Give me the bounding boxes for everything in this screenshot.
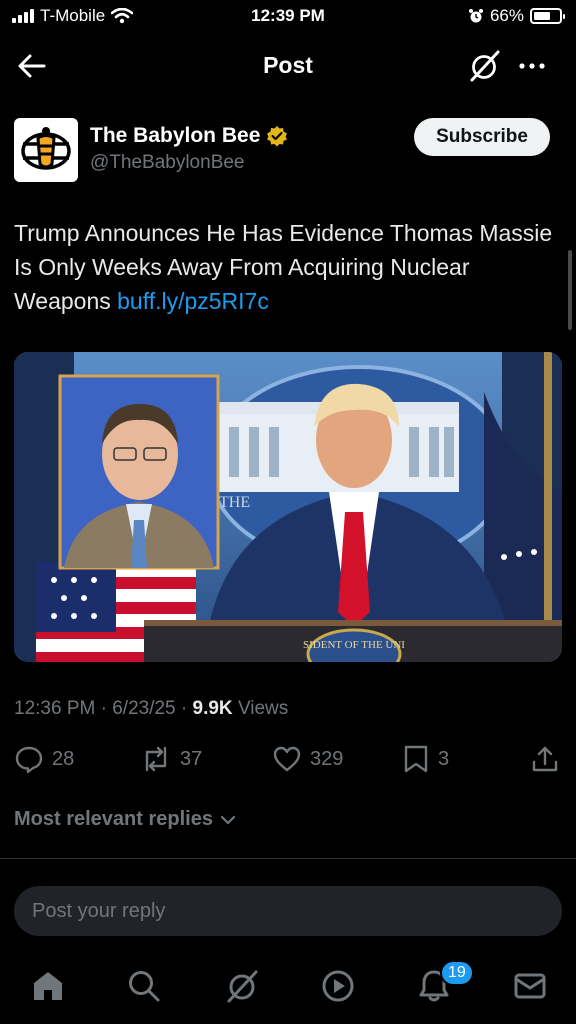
reply-input[interactable]: Post your reply: [14, 886, 562, 936]
repost-button[interactable]: 37: [140, 744, 202, 774]
views-count: 9.9K: [192, 698, 233, 719]
repost-count: 37: [180, 747, 203, 770]
podium-seal-text: SIDENT OF THE UNI: [303, 639, 405, 651]
views-label: Views: [237, 698, 289, 719]
repost-icon: [145, 746, 167, 772]
video-icon[interactable]: [318, 966, 358, 1006]
alarm-icon: [468, 9, 483, 23]
tweet-link[interactable]: buff.ly/pz5RI7c: [117, 288, 269, 314]
author-name-text: The Babylon Bee: [90, 124, 261, 147]
battery-percent: 66%: [489, 6, 524, 25]
notifications-badge: 19: [440, 960, 474, 986]
top-nav: Post: [0, 34, 576, 96]
chevron-down-icon: [220, 815, 236, 824]
bottom-tab-bar: [0, 950, 576, 1024]
subscribe-button[interactable]: Subscribe: [414, 118, 550, 156]
bookmark-count: 3: [438, 747, 450, 770]
status-right: 66%: [468, 6, 565, 26]
tweet-body: Trump Announces He Has Evidence Thomas M…: [14, 220, 553, 314]
press-briefing-photo: THE SIDENT OF THE UNI: [14, 352, 562, 662]
battery-icon: [530, 8, 565, 24]
grok-tab-icon[interactable]: [222, 966, 262, 1006]
tweet-image[interactable]: THE SIDENT OF THE UNI: [14, 352, 562, 662]
reply-icon: [15, 746, 43, 774]
reply-button[interactable]: 28: [14, 744, 74, 774]
post-time: 12:36 PM: [14, 698, 96, 719]
share-icon: [532, 746, 558, 772]
grok-icon[interactable]: [466, 48, 502, 84]
heart-icon: [273, 746, 301, 772]
author-handle[interactable]: @TheBabylonBee: [90, 152, 245, 174]
more-options-icon[interactable]: [514, 48, 550, 84]
avatar[interactable]: [14, 118, 78, 182]
bookmark-button[interactable]: 3: [402, 744, 449, 774]
replies-sort-label: Most relevant replies: [14, 808, 213, 830]
status-bar: T-Mobile 12:39 PM 66%: [0, 0, 576, 34]
bookmark-icon: [404, 745, 428, 773]
reply-count: 28: [52, 747, 75, 770]
search-icon[interactable]: [124, 966, 164, 1006]
like-count: 329: [310, 747, 344, 770]
backdrop-text: THE: [219, 494, 250, 511]
home-icon[interactable]: [28, 966, 68, 1006]
scrollbar[interactable]: [568, 250, 572, 330]
tweet-meta: 12:36 PM · 6/23/25 · 9.9K Views: [14, 698, 289, 719]
tweet-text: Trump Announces He Has Evidence Thomas M…: [14, 216, 554, 318]
messages-icon[interactable]: [510, 966, 550, 1006]
verified-badge-icon: [267, 126, 288, 147]
divider: [0, 858, 576, 859]
action-bar: 28 37 329 3: [0, 740, 576, 780]
replies-sort-dropdown[interactable]: Most relevant replies: [14, 808, 237, 831]
like-button[interactable]: 329: [272, 744, 343, 774]
author-name[interactable]: The Babylon Bee: [90, 124, 288, 148]
post-date: 6/23/25: [112, 698, 176, 719]
share-button[interactable]: [530, 744, 560, 774]
